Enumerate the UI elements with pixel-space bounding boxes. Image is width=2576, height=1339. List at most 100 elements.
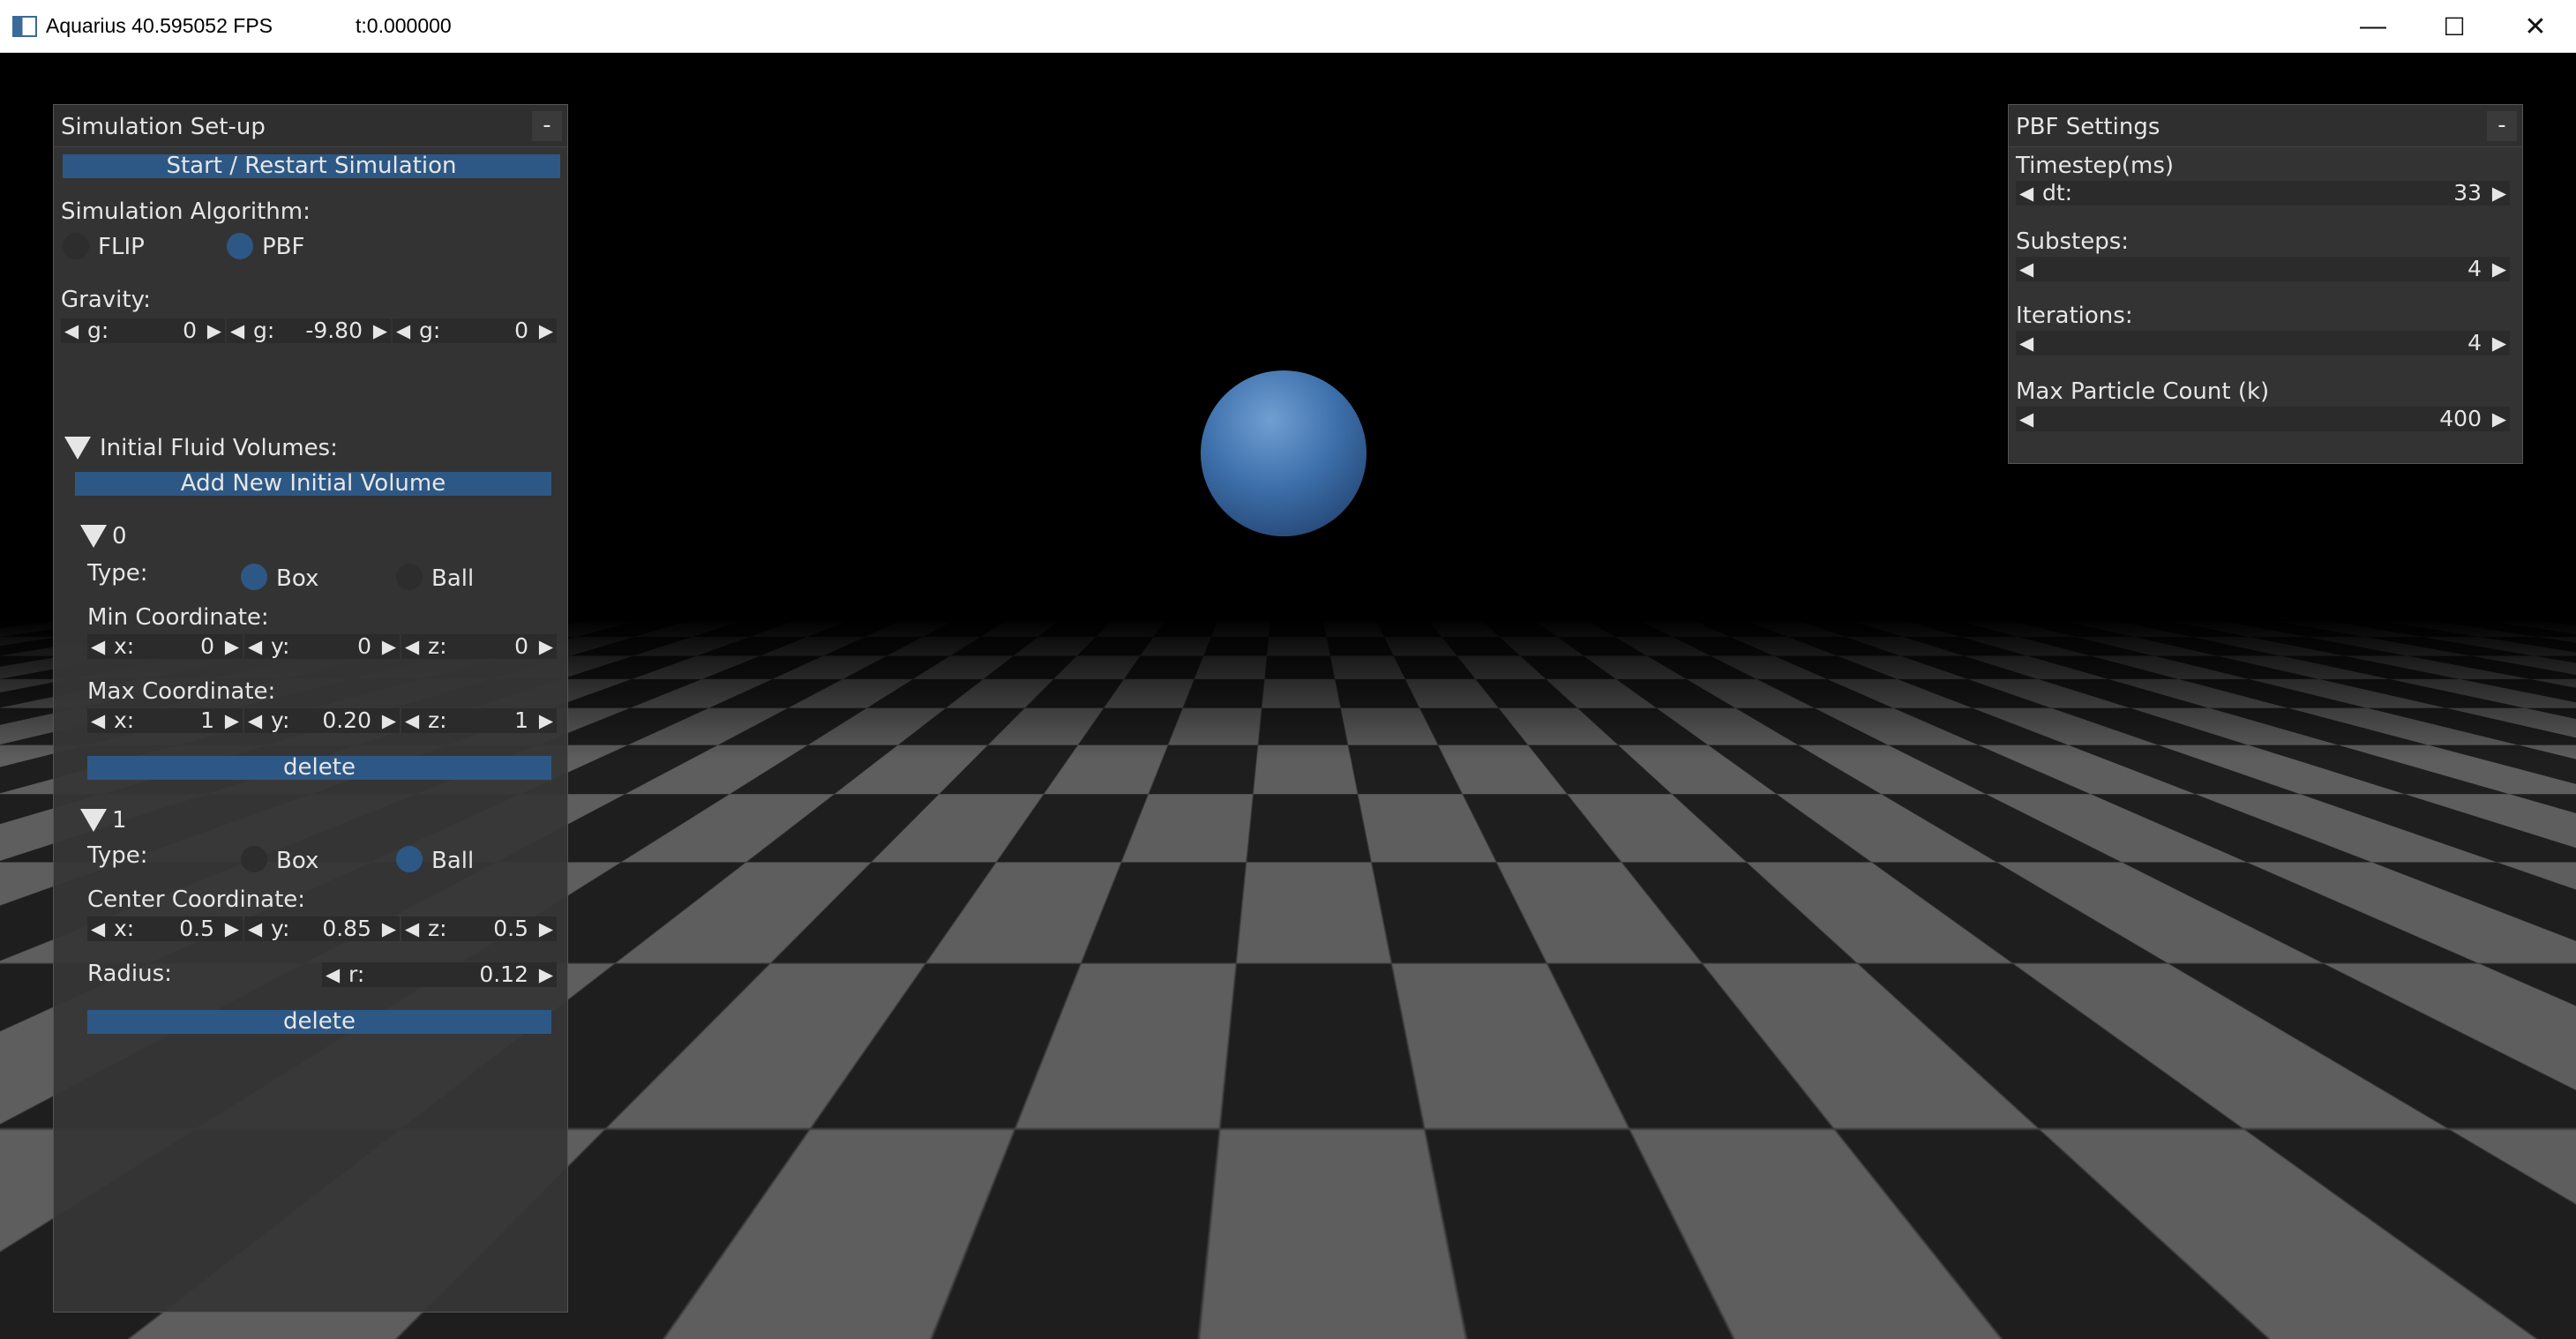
panel-title: Instructions — [2016, 998, 2151, 1024]
volume-1-header[interactable]: 1 — [112, 807, 127, 834]
max-x-drag[interactable]: ◀ x: 1 ▶ — [87, 708, 243, 733]
algorithm-label: Simulation Algorithm: — [61, 198, 311, 225]
title-bar: Aquarius 40.595052 FPS t:0.000000 — ☐ ✕ — [0, 0, 2576, 53]
left-arrow-icon[interactable]: ◀ — [326, 962, 340, 987]
sim-time: t:0.000000 — [356, 14, 452, 37]
panel-header[interactable]: Simulation Set-up - — [54, 105, 567, 147]
right-arrow-icon[interactable]: ▶ — [2492, 407, 2506, 431]
left-arrow-icon[interactable]: ◀ — [2019, 181, 2033, 206]
right-arrow-icon[interactable]: ▶ — [225, 634, 239, 659]
right-arrow-icon[interactable]: ▶ — [373, 318, 387, 343]
center-coordinate-label: Center Coordinate: — [87, 886, 306, 913]
left-arrow-icon[interactable]: ◀ — [405, 634, 419, 659]
box-label: Box — [276, 565, 319, 592]
right-arrow-icon[interactable]: ▶ — [539, 708, 553, 733]
close-button[interactable]: ✕ — [2495, 0, 2576, 53]
left-arrow-icon[interactable]: ◀ — [91, 634, 105, 659]
delete-volume-1-button[interactable]: delete — [87, 1010, 551, 1034]
pbf-radio[interactable] — [227, 233, 253, 259]
left-arrow-icon[interactable]: ◀ — [248, 708, 262, 733]
right-arrow-icon[interactable]: ▶ — [539, 962, 553, 987]
collapse-button[interactable]: - — [532, 111, 562, 141]
left-arrow-icon[interactable]: ◀ — [91, 708, 105, 733]
right-arrow-icon[interactable]: ▶ — [382, 634, 396, 659]
panel-title: Simulation Set-up — [61, 114, 266, 140]
panel-header[interactable]: PBF Settings - — [2009, 105, 2522, 147]
delete-volume-0-button[interactable]: delete — [87, 756, 551, 780]
minimize-button[interactable]: — — [2333, 0, 2414, 53]
left-arrow-icon[interactable]: ◀ — [248, 634, 262, 659]
left-arrow-icon[interactable]: ◀ — [405, 916, 419, 941]
left-arrow-icon[interactable]: ◀ — [2019, 407, 2033, 431]
flip-radio[interactable] — [63, 233, 89, 259]
center-z-drag[interactable]: ◀ z: 0.5 ▶ — [401, 916, 557, 941]
gravity-label: Gravity: — [61, 287, 151, 313]
max-particle-drag[interactable]: ◀ 400 ▶ — [2016, 407, 2510, 431]
pbf-label: PBF — [262, 234, 305, 260]
initial-volumes-label[interactable]: Initial Fluid Volumes: — [100, 435, 338, 461]
right-arrow-icon[interactable]: ▶ — [539, 916, 553, 941]
ball-label: Ball — [431, 848, 475, 874]
min-x-drag[interactable]: ◀ x: 0 ▶ — [87, 634, 243, 659]
right-arrow-icon[interactable]: ▶ — [2492, 331, 2506, 355]
ball-radio[interactable] — [396, 564, 423, 590]
instruction-item: W/A/S/D to move — [2018, 1206, 2213, 1232]
radius-drag[interactable]: ◀ r: 0.12 ▶ — [322, 962, 557, 987]
right-arrow-icon[interactable]: ▶ — [2492, 181, 2506, 206]
min-y-drag[interactable]: ◀ y: 0 ▶ — [244, 634, 400, 659]
add-volume-button[interactable]: Add New Initial Volume — [75, 472, 551, 496]
box-radio[interactable] — [241, 846, 267, 872]
fluid-box-top — [857, 827, 1711, 1035]
timestep-label: Timestep(ms) — [2016, 153, 2175, 179]
left-arrow-icon[interactable]: ◀ — [2019, 331, 2033, 355]
right-arrow-icon[interactable]: ▶ — [382, 708, 396, 733]
center-x-drag[interactable]: ◀ x: 0.5 ▶ — [87, 916, 243, 941]
left-arrow-icon[interactable]: ◀ — [405, 708, 419, 733]
expand-triangle-icon[interactable] — [64, 437, 91, 460]
center-y-drag[interactable]: ◀ y: 0.85 ▶ — [244, 916, 400, 941]
max-y-drag[interactable]: ◀ y: 0.20 ▶ — [244, 708, 400, 733]
right-arrow-icon[interactable]: ▶ — [225, 708, 239, 733]
max-z-drag[interactable]: ◀ z: 1 ▶ — [401, 708, 557, 733]
min-coordinate-label: Min Coordinate: — [87, 604, 269, 631]
min-z-drag[interactable]: ◀ z: 0 ▶ — [401, 634, 557, 659]
volume-0-header[interactable]: 0 — [112, 523, 127, 550]
scrollbar[interactable] — [2512, 1035, 2519, 1255]
gravity-x-drag[interactable]: ◀ g: 0 ▶ — [61, 318, 225, 343]
collapse-button[interactable]: - — [2487, 111, 2517, 141]
radius-label: Radius: — [87, 961, 172, 987]
right-arrow-icon[interactable]: ▶ — [382, 916, 396, 941]
panel-header[interactable]: Instructions - — [2009, 992, 2522, 1028]
box-radio[interactable] — [241, 564, 267, 590]
right-arrow-icon[interactable]: ▶ — [225, 916, 239, 941]
expand-triangle-icon[interactable] — [80, 525, 107, 548]
expand-triangle-icon[interactable] — [80, 809, 107, 832]
iterations-drag[interactable]: ◀ 4 ▶ — [2016, 331, 2510, 355]
left-arrow-icon[interactable]: ◀ — [230, 318, 244, 343]
start-restart-button[interactable]: Start / Restart Simulation — [63, 154, 560, 178]
collapse-button[interactable]: - — [2487, 995, 2517, 1025]
left-arrow-icon[interactable]: ◀ — [248, 916, 262, 941]
max-coordinate-label: Max Coordinate: — [87, 678, 276, 705]
instruction-item: SHIFT To switch render mode — [2018, 1096, 2351, 1123]
right-arrow-icon[interactable]: ▶ — [207, 318, 221, 343]
simulation-setup-panel: Simulation Set-up - Start / Restart Simu… — [53, 104, 568, 1313]
right-arrow-icon[interactable]: ▶ — [539, 634, 553, 659]
ball-radio[interactable] — [396, 846, 423, 872]
instruction-item: Left mouse + drag to look around — [2018, 1260, 2405, 1287]
iterations-label: Iterations: — [2016, 303, 2133, 329]
right-arrow-icon[interactable]: ▶ — [539, 318, 553, 343]
type-label: Type: — [87, 560, 148, 587]
left-arrow-icon[interactable]: ◀ — [91, 916, 105, 941]
dt-drag[interactable]: ◀ dt: 33 ▶ — [2016, 181, 2510, 206]
gravity-z-drag[interactable]: ◀ g: 0 ▶ — [393, 318, 557, 343]
instruction-item: SPACE to pause simulation — [2018, 1042, 2325, 1068]
gravity-y-drag[interactable]: ◀ g: -9.80 ▶ — [227, 318, 391, 343]
right-arrow-icon[interactable]: ▶ — [2492, 257, 2506, 281]
render-viewport[interactable]: Simulation Set-up - Start / Restart Simu… — [0, 53, 2576, 1339]
left-arrow-icon[interactable]: ◀ — [2019, 257, 2033, 281]
left-arrow-icon[interactable]: ◀ — [64, 318, 79, 343]
maximize-button[interactable]: ☐ — [2414, 0, 2495, 53]
left-arrow-icon[interactable]: ◀ — [396, 318, 410, 343]
substeps-drag[interactable]: ◀ 4 ▶ — [2016, 257, 2510, 281]
